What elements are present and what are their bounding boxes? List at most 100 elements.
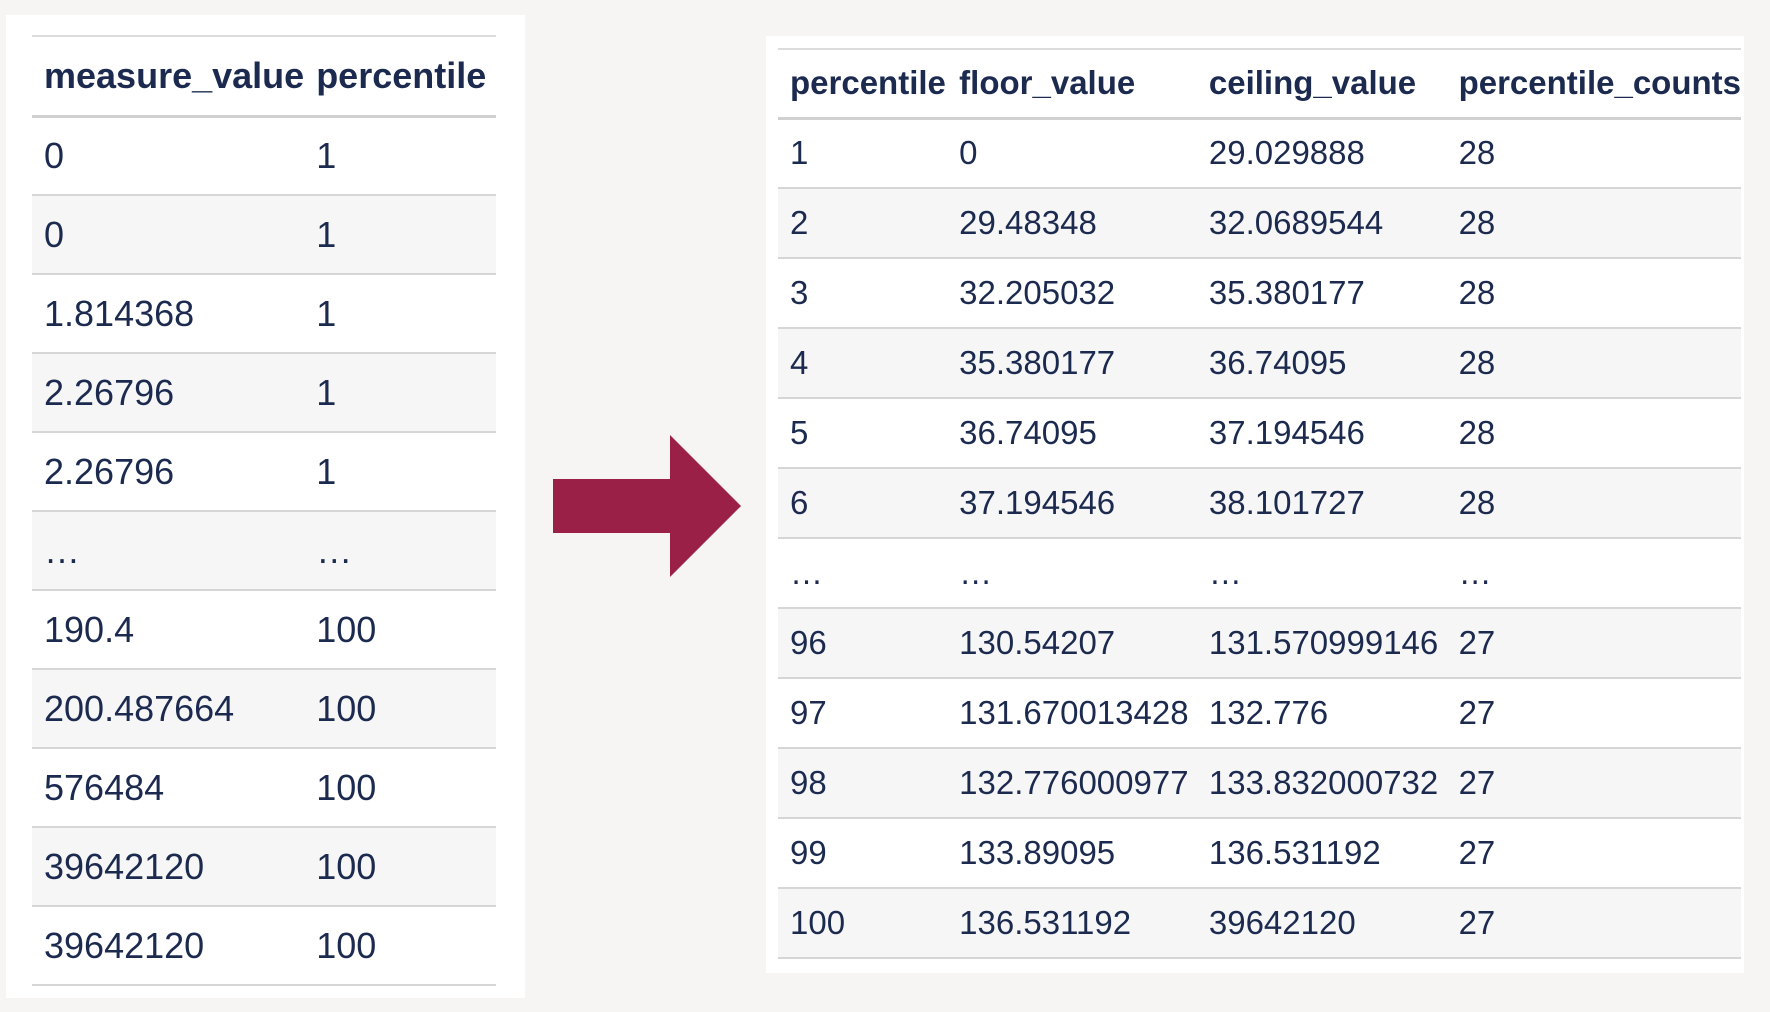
percentile-cell: 5 [790, 414, 809, 451]
table-row: 1.814368 1 [32, 274, 496, 353]
table-row: 200.487664 100 [32, 669, 496, 748]
table-row: 39642120 100 [32, 827, 496, 906]
floor-value-cell: 36.74095 [959, 414, 1097, 451]
percentile-cell: 3 [790, 274, 809, 311]
percentile-cell: 4 [790, 344, 809, 381]
floor-value-cell: 29.48348 [959, 204, 1097, 241]
measure-value-cell: 0 [44, 213, 65, 255]
table-row: 01 [32, 195, 496, 274]
floor-value-cell: 133.89095 [959, 834, 1116, 871]
percentile-cell: 100 [316, 687, 377, 729]
table-row: 3 32.205032 35.380177 28 [778, 258, 1741, 328]
percentile-cell: 100 [316, 608, 377, 650]
floor-value-cell: 136.531192 [959, 904, 1132, 941]
measure-value-cell: 200.487664 [44, 687, 235, 729]
table-row: 190.4 100 [32, 590, 496, 669]
ceiling-value-cell: 36.74095 [1208, 344, 1347, 381]
ceiling-value-cell: 35.380177 [1208, 274, 1365, 311]
percentile-cell: 1 [316, 213, 337, 255]
ceiling-value-cell: 29.029888 [1208, 134, 1365, 172]
floor-value-cell: 37.194546 [959, 484, 1116, 521]
percentile-cell: 1 [316, 134, 337, 176]
percentile-cell: 99 [790, 834, 827, 871]
percentile-cell: 100 [790, 904, 846, 941]
measure-value-cell: 0 [44, 134, 65, 176]
floor-value-cell: 32.205032 [959, 274, 1116, 311]
percentile-cell: … [316, 529, 353, 571]
percentile-cell: 100 [316, 845, 377, 887]
table-row: … … … … [778, 538, 1741, 608]
table-row: 576484 100 [32, 748, 496, 827]
table-header-row: percentile floor_value ceiling_value per… [778, 49, 1741, 118]
column-header-percentile: percentile [790, 64, 946, 102]
right-arrow-icon [553, 435, 741, 577]
table-row: 1 0 29.029888 28 [778, 118, 1741, 188]
percentile-cell: 1 [316, 450, 337, 492]
table-row: 96 130.54207 131.570999146 27 [778, 608, 1741, 678]
percentile-summary-table: percentile floor_value ceiling_value per… [778, 48, 1741, 959]
percentile-cell: 6 [790, 484, 809, 521]
floor-value-cell: 132.776000977 [959, 764, 1189, 801]
floor-value-cell: 35.380177 [959, 344, 1116, 381]
table-row: 98 132.776000977 133.832000732 27 [778, 748, 1741, 818]
column-header-floor-value: floor_value [959, 64, 1136, 102]
result-table-panel: percentile floor_value ceiling_value per… [766, 36, 1744, 973]
ceiling-value-cell: … [1208, 554, 1242, 591]
table-row: 100 136.531192 39642120 27 [778, 888, 1741, 958]
measure-value-cell: 1.814368 [44, 292, 195, 334]
percentile-counts-cell: 27 [1458, 834, 1496, 871]
table-row: 99 133.89095 136.531192 27 [778, 818, 1741, 888]
column-header-percentile: percentile [316, 54, 487, 96]
floor-value-cell: 0 [959, 134, 978, 172]
percentile-counts-cell: 28 [1458, 274, 1496, 311]
measure-value-cell: … [44, 529, 80, 571]
floor-value-cell: … [959, 554, 993, 591]
table-row: 6 37.194546 38.101727 28 [778, 468, 1741, 538]
percentile-counts-cell: … [1458, 554, 1492, 591]
percentile-counts-cell: 27 [1458, 904, 1496, 941]
ceiling-value-cell: 38.101727 [1208, 484, 1365, 521]
percentile-counts-cell: 28 [1458, 484, 1496, 521]
measure-percentile-table: measure_value percentile 0 1 0 1 1.814368 1 2.… [32, 35, 496, 986]
ceiling-value-cell: 136.531192 [1208, 834, 1381, 871]
source-table-panel: measure_value percentile 0 1 0 1 1.814368 1 2.… [6, 15, 525, 998]
table-row: 39642120 100 [32, 906, 496, 985]
percentile-cell: 100 [316, 766, 377, 808]
ceiling-value-cell: 37.194546 [1208, 414, 1365, 451]
table-row: 4 35.380177 36.74095 28 [778, 328, 1741, 398]
ceiling-value-cell: 133.832000732 [1208, 764, 1439, 801]
percentile-counts-cell: 28 [1458, 204, 1496, 241]
table-row: …… [32, 511, 496, 590]
table-header-row: measure_value percentile [32, 36, 496, 116]
percentile-counts-cell: 28 [1458, 344, 1496, 381]
percentile-counts-cell: 28 [1458, 414, 1496, 451]
percentile-cell: 1 [316, 292, 337, 334]
ceiling-value-cell: 131.570999146 [1208, 624, 1439, 661]
measure-value-cell: 39642120 [44, 845, 205, 887]
percentile-counts-cell: 27 [1458, 624, 1496, 661]
measure-value-cell: 2.26796 [44, 450, 175, 492]
percentile-cell: 97 [790, 694, 827, 731]
table-row: 5 36.74095 37.194546 28 [778, 398, 1741, 468]
percentile-cell: 1 [790, 134, 809, 172]
measure-value-cell: 2.26796 [44, 371, 175, 413]
ceiling-value-cell: 32.0689544 [1208, 204, 1384, 241]
floor-value-cell: 131.670013428 [959, 694, 1189, 731]
percentile-cell: 1 [316, 371, 337, 413]
percentile-counts-cell: 27 [1458, 764, 1496, 801]
table-row: 2 29.48348 32.0689544 28 [778, 188, 1741, 258]
ceiling-value-cell: 132.776 [1208, 694, 1329, 731]
percentile-cell: 100 [316, 924, 377, 966]
percentile-cell: 96 [790, 624, 827, 661]
ceiling-value-cell: 39642120 [1208, 904, 1356, 941]
table-row: 01 [32, 116, 496, 195]
column-header-measure-value: measure_value [44, 54, 305, 96]
percentile-counts-cell: 27 [1458, 694, 1496, 731]
percentile-cell: … [790, 554, 823, 591]
floor-value-cell: 130.54207 [959, 624, 1116, 661]
measure-value-cell: 39642120 [44, 924, 205, 966]
measure-value-cell: 576484 [44, 766, 165, 808]
column-header-percentile-counts: percentile_counts [1458, 64, 1741, 102]
percentile-counts-cell: 28 [1458, 134, 1496, 172]
percentile-cell: 2 [790, 204, 809, 241]
